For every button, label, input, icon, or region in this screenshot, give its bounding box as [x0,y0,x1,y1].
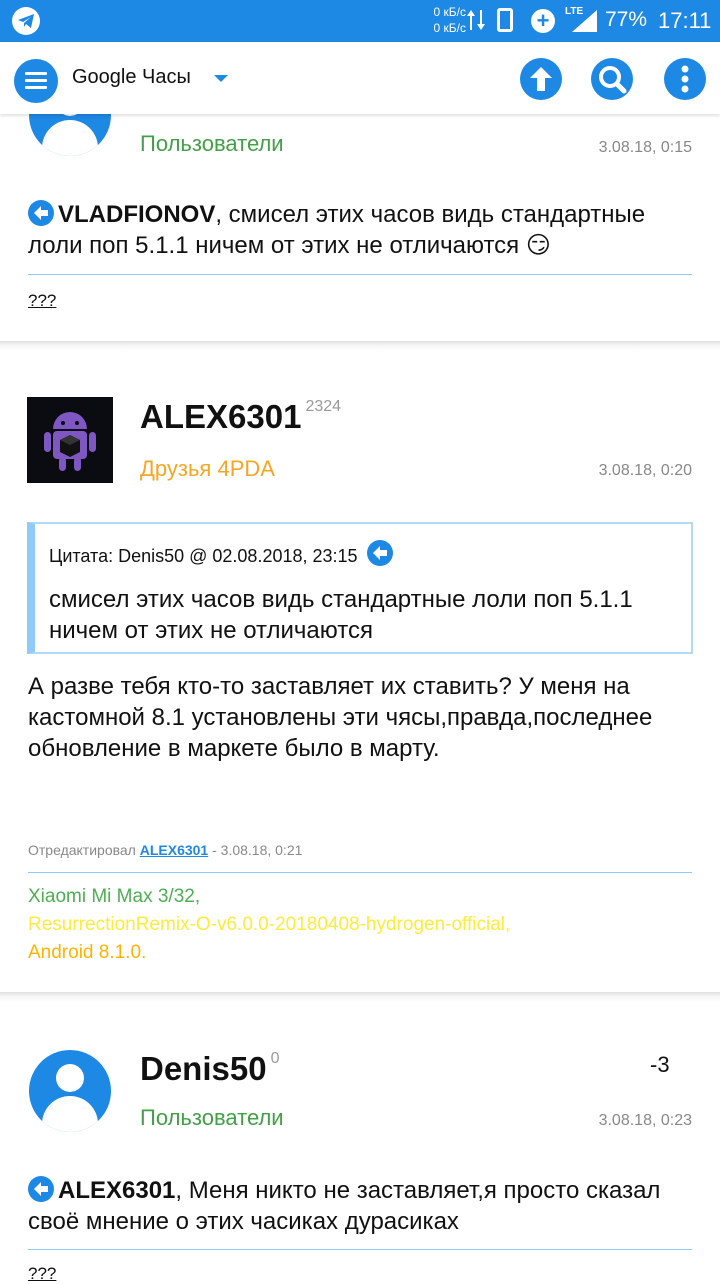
post-text: А разве тебя кто-то заставляет их ставит… [28,673,653,762]
reply-icon[interactable] [28,200,54,226]
post-text: VLADFIONOV, смисел этих часов видь станд… [28,200,646,259]
post-date: 3.08.18, 0:15 [598,139,692,156]
post-separator [0,992,720,1002]
user-group: Друзья 4PDA [140,456,275,481]
scroll-up-button[interactable] [520,58,562,100]
telegram-icon [12,7,40,35]
search-button[interactable] [591,58,633,100]
arrow-up-icon [530,67,552,91]
status-bar: 0 кБ/с 0 кБ/с + LTE 77% 17:11 [0,0,720,42]
reply-username[interactable]: VLADFIONOV [58,201,215,228]
reply-icon[interactable] [28,1176,54,1202]
topic-title[interactable]: Google Часы [72,66,191,89]
divider [28,1249,692,1250]
post-score[interactable]: -3 [650,1052,670,1078]
divider [28,872,692,873]
reputation[interactable]: 2324 [305,398,341,415]
user-group: Пользователи [140,1105,284,1130]
data-saver-icon: + [531,9,555,33]
more-vert-icon [681,65,689,93]
divider [28,274,692,275]
editor-link[interactable]: ALEX6301 [140,842,208,858]
clock: 17:11 [658,8,712,33]
post-date: 3.08.18, 0:20 [598,462,692,479]
edited-info: Отредактировал ALEX6301 - 3.08.18, 0:21 [28,842,303,858]
avatar[interactable] [27,397,113,483]
quote-text: смисел этих часов видь стандартные лоли … [49,586,633,644]
author-name[interactable]: ALEX6301 2324 [140,398,341,436]
android-robot-icon [27,397,113,483]
signal-icon [572,10,597,32]
menu-button[interactable] [14,59,58,103]
quote-header: Цитата: Denis50 @ 02.08.2018, 23:15 [49,540,397,567]
app-bar: Google Часы [0,42,720,114]
smirk-emoji: 😏 [525,232,551,259]
dropdown-arrow-icon[interactable] [214,75,228,82]
reply-username[interactable]: ALEX6301 [58,1177,175,1204]
post-date: 3.08.18, 0:23 [598,1112,692,1129]
reputation[interactable]: 0 [271,1050,280,1067]
go-to-quote-icon[interactable] [366,540,393,566]
battery-level: 77% [605,8,648,31]
avatar[interactable] [29,1050,111,1132]
user-group: Пользователи [140,131,284,156]
signature[interactable]: ??? [28,291,56,311]
network-speed: 0 кБ/с 0 кБ/с [433,5,466,35]
quote-block: Цитата: Denis50 @ 02.08.2018, 23:15 смис… [27,522,693,654]
phone-icon [497,8,513,32]
post-separator [0,341,720,351]
signature[interactable]: ??? [28,1264,56,1284]
post-text: ALEX6301, Меня никто не заставляет,я про… [28,1176,661,1235]
author-name[interactable]: Denis50 0 [140,1050,279,1088]
more-options-button[interactable] [664,58,706,100]
data-transfer-icon [467,10,485,30]
search-icon [599,66,627,94]
signature: Xiaomi Mi Max 3/32, ResurrectionRemix-O-… [28,886,511,963]
